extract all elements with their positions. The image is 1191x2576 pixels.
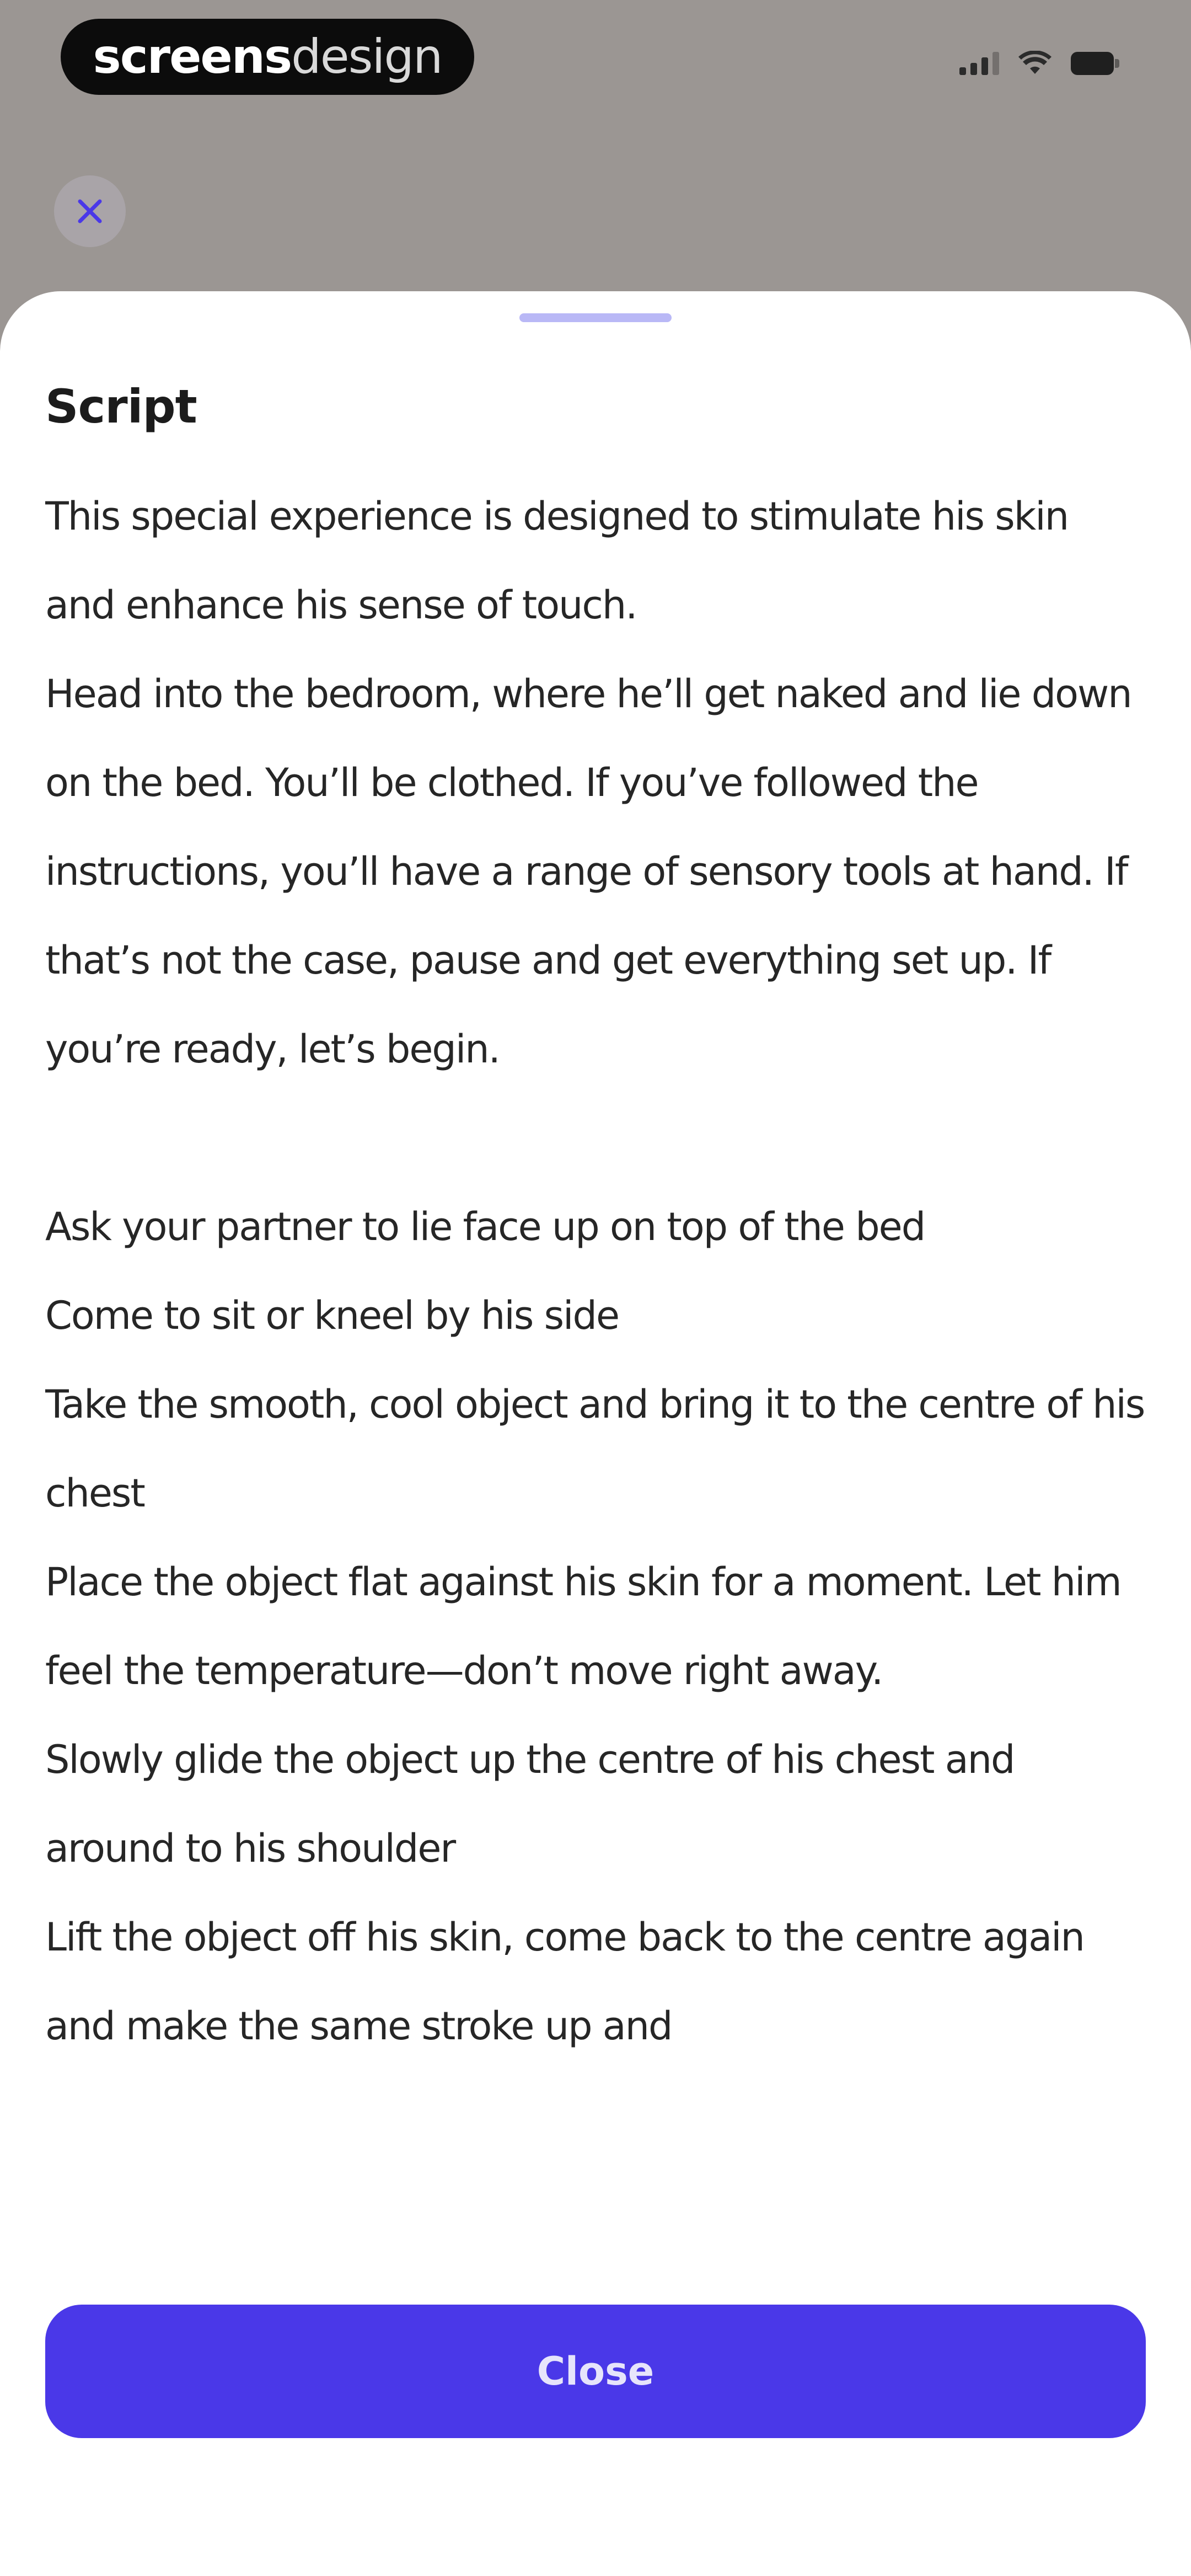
close-button[interactable]: Close [45, 2305, 1146, 2438]
brand-logo: screensdesign [61, 19, 474, 95]
script-paragraph: This special experience is designed to s… [45, 494, 1069, 628]
signal-icon [959, 51, 999, 75]
dismiss-button[interactable] [54, 175, 126, 247]
status-bar: screensdesign [0, 0, 1191, 110]
brand-wordmark: screensdesign [93, 33, 443, 81]
battery-icon [1071, 52, 1119, 75]
wifi-icon [1018, 51, 1051, 74]
script-step: Take the smooth, cool object and bring i… [45, 1382, 1145, 1516]
script-sheet: Script This special experience is design… [0, 291, 1191, 2576]
sheet-title: Script [45, 380, 197, 434]
script-step: Slowly glide the object up the centre of… [45, 1737, 1015, 1871]
script-paragraph: Head into the bedroom, where he’ll get n… [45, 671, 1133, 1072]
script-text[interactable]: This special experience is designed to s… [45, 472, 1148, 2193]
script-step: Come to sit or kneel by his side [45, 1293, 620, 1338]
close-icon [78, 199, 102, 223]
status-icons [959, 51, 1119, 75]
script-step: Lift the object off his skin, come back … [45, 1915, 1085, 2049]
brand-wordmark-light: design [291, 29, 443, 84]
drag-handle[interactable] [519, 313, 672, 322]
brand-wordmark-bold: screens [93, 29, 293, 84]
script-step: Place the object flat against his skin f… [45, 1559, 1122, 1693]
script-step: Ask your partner to lie face up on top o… [45, 1204, 926, 1249]
